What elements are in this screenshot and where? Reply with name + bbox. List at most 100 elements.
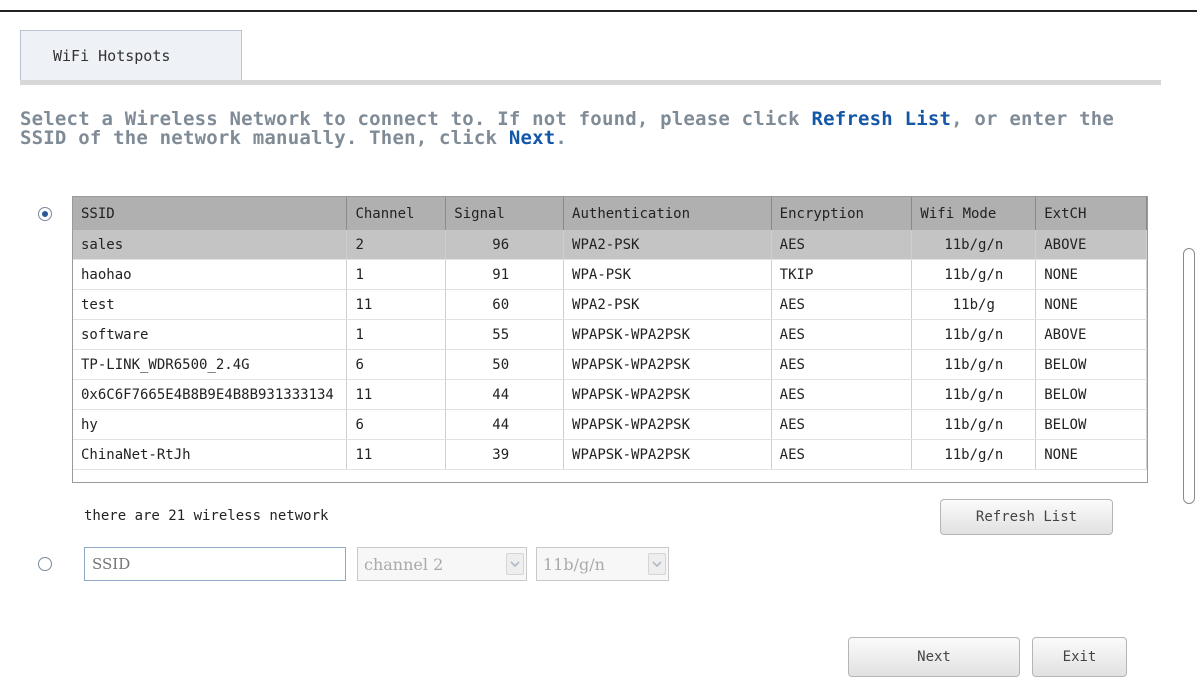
column-header-wifi-mode[interactable]: Wifi Mode bbox=[911, 197, 1037, 230]
cell-channel: 2 bbox=[346, 230, 447, 260]
table-row[interactable]: hy 6 44 WPAPSK-WPA2PSK AES 11b/g/n BELOW bbox=[73, 409, 1147, 440]
cell-encryption: AES bbox=[771, 439, 913, 470]
cell-extch: NONE bbox=[1035, 259, 1147, 290]
cell-extch: ABOVE bbox=[1035, 319, 1147, 350]
column-header-signal[interactable]: Signal bbox=[445, 197, 565, 230]
exit-button-label: Exit bbox=[1062, 649, 1097, 665]
network-count-text: there are 21 wireless network bbox=[84, 508, 329, 524]
table-header-row: SSID Channel Signal Authentication Encry… bbox=[73, 197, 1147, 230]
cell-wifi-mode: 11b/g bbox=[911, 289, 1037, 320]
network-table: SSID Channel Signal Authentication Encry… bbox=[72, 196, 1148, 483]
cell-extch: NONE bbox=[1035, 439, 1147, 470]
cell-channel: 1 bbox=[346, 319, 447, 350]
exit-button[interactable]: Exit bbox=[1032, 637, 1127, 677]
cell-extch: BELOW bbox=[1035, 379, 1147, 410]
ssid-input[interactable] bbox=[84, 547, 346, 581]
cell-channel: 11 bbox=[346, 379, 447, 410]
page-scrollbar[interactable] bbox=[1183, 248, 1195, 504]
column-header-ssid[interactable]: SSID bbox=[73, 197, 348, 230]
refresh-list-button[interactable]: Refresh List bbox=[940, 499, 1113, 535]
cell-extch: BELOW bbox=[1035, 349, 1147, 380]
cell-channel: 6 bbox=[346, 409, 447, 440]
channel-select[interactable]: channel 2 bbox=[357, 547, 527, 581]
next-button-label: Next bbox=[917, 649, 951, 665]
tab-underline bbox=[20, 80, 1161, 85]
table-row[interactable]: sales 2 96 WPA2-PSK AES 11b/g/n ABOVE bbox=[73, 230, 1147, 260]
cell-ssid: haohao bbox=[73, 259, 348, 290]
cell-signal: 44 bbox=[445, 409, 565, 440]
cell-authentication: WPA2-PSK bbox=[563, 289, 772, 320]
cell-extch: ABOVE bbox=[1035, 230, 1147, 260]
cell-encryption: AES bbox=[771, 319, 913, 350]
radio-dot bbox=[42, 211, 48, 217]
network-table-grid: SSID Channel Signal Authentication Encry… bbox=[73, 197, 1147, 470]
cell-ssid: sales bbox=[73, 230, 348, 260]
mode-select[interactable]: 11b/g/n bbox=[536, 547, 669, 581]
cell-authentication: WPAPSK-WPA2PSK bbox=[563, 439, 772, 470]
cell-wifi-mode: 11b/g/n bbox=[911, 379, 1037, 410]
next-button[interactable]: Next bbox=[848, 637, 1020, 677]
cell-authentication: WPAPSK-WPA2PSK bbox=[563, 379, 772, 410]
column-header-encryption[interactable]: Encryption bbox=[771, 197, 913, 230]
column-header-extch[interactable]: ExtCH bbox=[1035, 197, 1147, 230]
cell-encryption: TKIP bbox=[771, 259, 913, 290]
cell-ssid: hy bbox=[73, 409, 348, 440]
table-row[interactable]: software 1 55 WPAPSK-WPA2PSK AES 11b/g/n… bbox=[73, 319, 1147, 350]
cell-encryption: AES bbox=[771, 289, 913, 320]
tab-label: WiFi Hotspots bbox=[53, 46, 171, 65]
cell-wifi-mode: 11b/g/n bbox=[911, 230, 1037, 260]
cell-channel: 11 bbox=[346, 289, 447, 320]
cell-authentication: WPA2-PSK bbox=[563, 230, 772, 260]
instructions-text: Select a Wireless Network to connect to.… bbox=[20, 110, 1140, 148]
cell-authentication: WPAPSK-WPA2PSK bbox=[563, 409, 772, 440]
tab-wifi-hotspots[interactable]: WiFi Hotspots bbox=[20, 30, 242, 80]
table-row[interactable]: ChinaNet-RtJh 11 39 WPAPSK-WPA2PSK AES 1… bbox=[73, 439, 1147, 470]
cell-ssid: 0x6C6F7665E4B8B9E4B8B931333134 bbox=[73, 379, 348, 410]
cell-ssid: ChinaNet-RtJh bbox=[73, 439, 348, 470]
cell-channel: 11 bbox=[346, 439, 447, 470]
cell-wifi-mode: 11b/g/n bbox=[911, 349, 1037, 380]
column-header-authentication[interactable]: Authentication bbox=[563, 197, 772, 230]
table-row[interactable]: 0x6C6F7665E4B8B9E4B8B931333134 11 44 WPA… bbox=[73, 379, 1147, 410]
next-link[interactable]: Next bbox=[509, 127, 556, 149]
cell-authentication: WPAPSK-WPA2PSK bbox=[563, 319, 772, 350]
refresh-list-label: Refresh List bbox=[975, 509, 1078, 525]
cell-authentication: WPAPSK-WPA2PSK bbox=[563, 349, 772, 380]
cell-signal: 91 bbox=[445, 259, 565, 290]
cell-wifi-mode: 11b/g/n bbox=[911, 259, 1037, 290]
cell-signal: 50 bbox=[445, 349, 565, 380]
cell-wifi-mode: 11b/g/n bbox=[911, 319, 1037, 350]
table-row[interactable]: test 11 60 WPA2-PSK AES 11b/g NONE bbox=[73, 289, 1147, 320]
cell-ssid: test bbox=[73, 289, 348, 320]
cell-ssid: TP-LINK_WDR6500_2.4G bbox=[73, 349, 348, 380]
radio-selected-icon[interactable] bbox=[38, 207, 52, 221]
top-divider bbox=[0, 10, 1197, 12]
table-row[interactable]: haohao 1 91 WPA-PSK TKIP 11b/g/n NONE bbox=[73, 259, 1147, 290]
cell-encryption: AES bbox=[771, 409, 913, 440]
cell-signal: 60 bbox=[445, 289, 565, 320]
mode-select-value: 11b/g/n bbox=[543, 554, 605, 574]
cell-extch: BELOW bbox=[1035, 409, 1147, 440]
cell-encryption: AES bbox=[771, 349, 913, 380]
cell-channel: 1 bbox=[346, 259, 447, 290]
cell-signal: 44 bbox=[445, 379, 565, 410]
cell-signal: 96 bbox=[445, 230, 565, 260]
cell-encryption: AES bbox=[771, 230, 913, 260]
cell-authentication: WPA-PSK bbox=[563, 259, 772, 290]
cell-signal: 39 bbox=[445, 439, 565, 470]
cell-channel: 6 bbox=[346, 349, 447, 380]
column-header-channel[interactable]: Channel bbox=[346, 197, 447, 230]
chevron-down-icon[interactable] bbox=[648, 553, 666, 575]
cell-encryption: AES bbox=[771, 379, 913, 410]
cell-ssid: software bbox=[73, 319, 348, 350]
cell-wifi-mode: 11b/g/n bbox=[911, 439, 1037, 470]
radio-unselected-icon[interactable] bbox=[38, 557, 52, 571]
channel-select-value: channel 2 bbox=[364, 554, 444, 574]
cell-wifi-mode: 11b/g/n bbox=[911, 409, 1037, 440]
refresh-list-link[interactable]: Refresh List bbox=[811, 108, 951, 130]
cell-signal: 55 bbox=[445, 319, 565, 350]
table-row[interactable]: TP-LINK_WDR6500_2.4G 6 50 WPAPSK-WPA2PSK… bbox=[73, 349, 1147, 380]
cell-extch: NONE bbox=[1035, 289, 1147, 320]
chevron-down-icon[interactable] bbox=[506, 553, 524, 575]
instructions-part3: . bbox=[555, 127, 568, 149]
